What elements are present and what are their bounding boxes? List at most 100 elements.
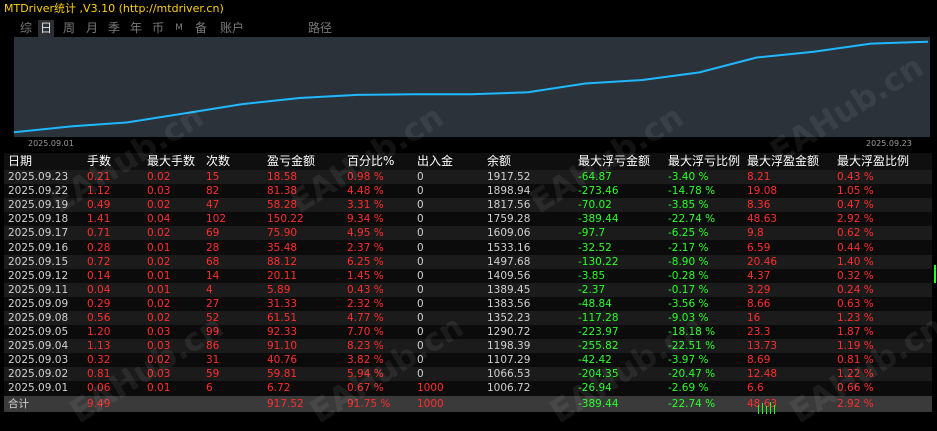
cell-max-float-loss-pct: -0.28 % [664,268,743,283]
chart-start-date: 2025.09.01 [28,139,74,148]
tab-path[interactable]: 路径 [306,20,334,37]
cell-max-float-loss-pct: -3.56 % [664,296,743,311]
table-row[interactable]: 2025.09.17 0.71 0.02 69 75.90 4.95 % 0 1609.06-… [4,226,932,241]
cell-percent: 5.94 % [343,367,413,382]
cell-max-float-loss: -48.84 [574,296,664,311]
total-max-float-loss: -389.44 [574,395,664,412]
cell-percent: 4.95 % [343,226,413,241]
table-row[interactable]: 2025.09.18 1.41 0.04 102 150.22 9.34 % 0 1759.2… [4,212,932,227]
table-row[interactable]: 2025.09.11 0.04 0.01 4 5.89 0.43 % 0 1389.45 -2.… [4,282,932,297]
cell-max-lots: 0.03 [143,184,202,199]
cell-max-lots: 0.02 [143,226,202,241]
tab-year[interactable]: 年 [128,20,144,37]
cell-pnl: 81.38 [263,184,343,199]
total-max-float-loss-pct: -22.74 % [664,395,743,412]
table-row[interactable]: 2025.09.09 0.29 0.02 27 31.33 2.32 % 0 1383.56-… [4,296,932,311]
cell-pnl: 150.22 [263,212,343,227]
table-row[interactable]: 2025.09.22 1.12 0.03 82 81.38 4.48 % 0 1898.94-… [4,184,932,199]
cell-max-lots: 0.02 [143,353,202,368]
table-row[interactable]: 2025.09.08 0.56 0.02 52 61.51 4.77 % 0 1352.23-… [4,310,932,326]
total-max-float-profit: 48.63 [743,395,833,412]
cell-max-float-profit: 8.21 [743,170,833,185]
cell-pnl: 58.28 [263,198,343,213]
table-row[interactable]: 2025.09.19 0.49 0.02 47 58.28 3.31 % 0 1817.56-… [4,198,932,213]
tab-account[interactable]: 账户 [218,20,246,37]
tab-m[interactable]: M [173,20,185,37]
cell-max-lots: 0.02 [143,170,202,185]
header-max-float-profit[interactable]: 最大浮盈金额 [743,153,833,170]
cell-max-float-loss-pct: -8.90 % [664,254,743,269]
tab-quarter[interactable]: 季 [106,20,122,37]
header-max-float-loss-pct[interactable]: 最大浮亏比例 [664,153,743,170]
cell-max-float-loss-pct: -9.03 % [664,310,743,326]
side-volume-tick [934,265,936,283]
table-row[interactable]: 2025.09.16 0.28 0.01 28 35.48 2.37 % 0 1533.16-… [4,240,932,255]
cell-lots: 0.29 [83,296,143,311]
table-row[interactable]: 2025.09.23 0.21 0.02 15 18.58 0.98 % 0 1917.52-… [4,170,932,185]
cell-max-float-loss-pct: -2.69 % [664,381,743,396]
cell-deposit: 0 [413,240,483,255]
cell-count: 27 [202,296,263,311]
table-row[interactable]: 2025.09.12 0.14 0.01 14 20.11 1.45 % 0 1409.56-… [4,268,932,283]
header-percent[interactable]: 百分比% [343,153,413,170]
cell-count: 86 [202,339,263,354]
table-row[interactable]: 2025.09.03 0.32 0.02 31 40.76 3.82 % 0 1107.29-… [4,353,932,368]
header-pnl[interactable]: 盈亏金额 [263,153,343,170]
cell-max-float-profit-pct: 1.19 % [833,339,932,354]
cell-lots: 0.71 [83,226,143,241]
header-deposit[interactable]: 出入金 [413,153,483,170]
cell-pnl: 5.89 [263,282,343,297]
tab-month[interactable]: 月 [84,20,100,37]
cell-date: 2025.09.17 [4,226,83,241]
cell-max-float-loss: -204.35 [574,367,664,382]
cell-lots: 0.14 [83,268,143,283]
tab-notes[interactable]: 备 [193,20,209,37]
cell-max-float-profit: 19.08 [743,184,833,199]
cell-deposit: 0 [413,226,483,241]
tab-day[interactable]: 日 [38,20,54,37]
cell-max-lots: 0.02 [143,296,202,311]
cell-percent: 1.45 % [343,268,413,283]
cell-max-lots: 0.01 [143,240,202,255]
header-max-lots[interactable]: 最大手数 [143,153,202,170]
table-row[interactable]: 2025.09.04 1.13 0.03 86 91.10 8.23 % 0 1198.39-… [4,339,932,354]
cell-max-float-loss-pct: -3.40 % [664,170,743,185]
cell-max-float-loss: -42.42 [574,353,664,368]
cell-max-float-profit: 8.66 [743,296,833,311]
tab-summary[interactable]: 综 [18,20,34,37]
table-row[interactable]: 2025.09.05 1.20 0.03 99 92.33 7.70 % 0 1290.72-… [4,325,932,340]
volume-tick [766,406,767,414]
cell-max-float-loss: -389.44 [574,212,664,227]
table-body: 2025.09.23 0.21 0.02 15 18.58 0.98 % 0 1917.52-… [4,170,932,396]
table-row[interactable]: 2025.09.15 0.72 0.02 68 88.12 6.25 % 0 1497.68-… [4,254,932,269]
cell-max-lots: 0.01 [143,282,202,297]
cell-max-lots: 0.01 [143,381,202,396]
tab-week[interactable]: 周 [61,20,77,37]
cell-balance: 1898.94 [483,184,574,199]
cell-percent: 8.23 % [343,339,413,354]
cell-pnl: 20.11 [263,268,343,283]
cell-pnl: 59.81 [263,367,343,382]
cell-max-float-loss-pct: -22.51 % [664,339,743,354]
header-date[interactable]: 日期 [4,153,83,170]
cell-max-lots: 0.03 [143,339,202,354]
cell-max-float-loss: -3.85 [574,268,664,283]
header-max-float-loss[interactable]: 最大浮亏金额 [574,153,664,170]
cell-pnl: 40.76 [263,353,343,368]
total-balance [483,395,574,412]
cell-pnl: 31.33 [263,296,343,311]
cell-balance: 1198.39 [483,339,574,354]
cell-pnl: 6.72 [263,381,343,396]
cell-max-float-profit-pct: 0.24 % [833,282,932,297]
header-lots[interactable]: 手数 [83,153,143,170]
table-row[interactable]: 2025.09.01 0.06 0.01 6 6.72 0.67 % 1000 1006.72… [4,381,932,396]
header-count[interactable]: 次数 [202,153,263,170]
header-balance[interactable]: 余额 [483,153,574,170]
table-row[interactable]: 2025.09.02 0.81 0.03 59 59.81 5.94 % 0 1066.53-… [4,367,932,382]
header-max-float-profit-pct[interactable]: 最大浮盈比例 [833,153,932,170]
cell-balance: 1409.56 [483,268,574,283]
cell-max-float-loss: -2.37 [574,282,664,297]
cell-max-float-loss: -130.22 [574,254,664,269]
cell-max-float-loss-pct: -14.78 % [664,184,743,199]
tab-currency[interactable]: 币 [150,20,166,37]
